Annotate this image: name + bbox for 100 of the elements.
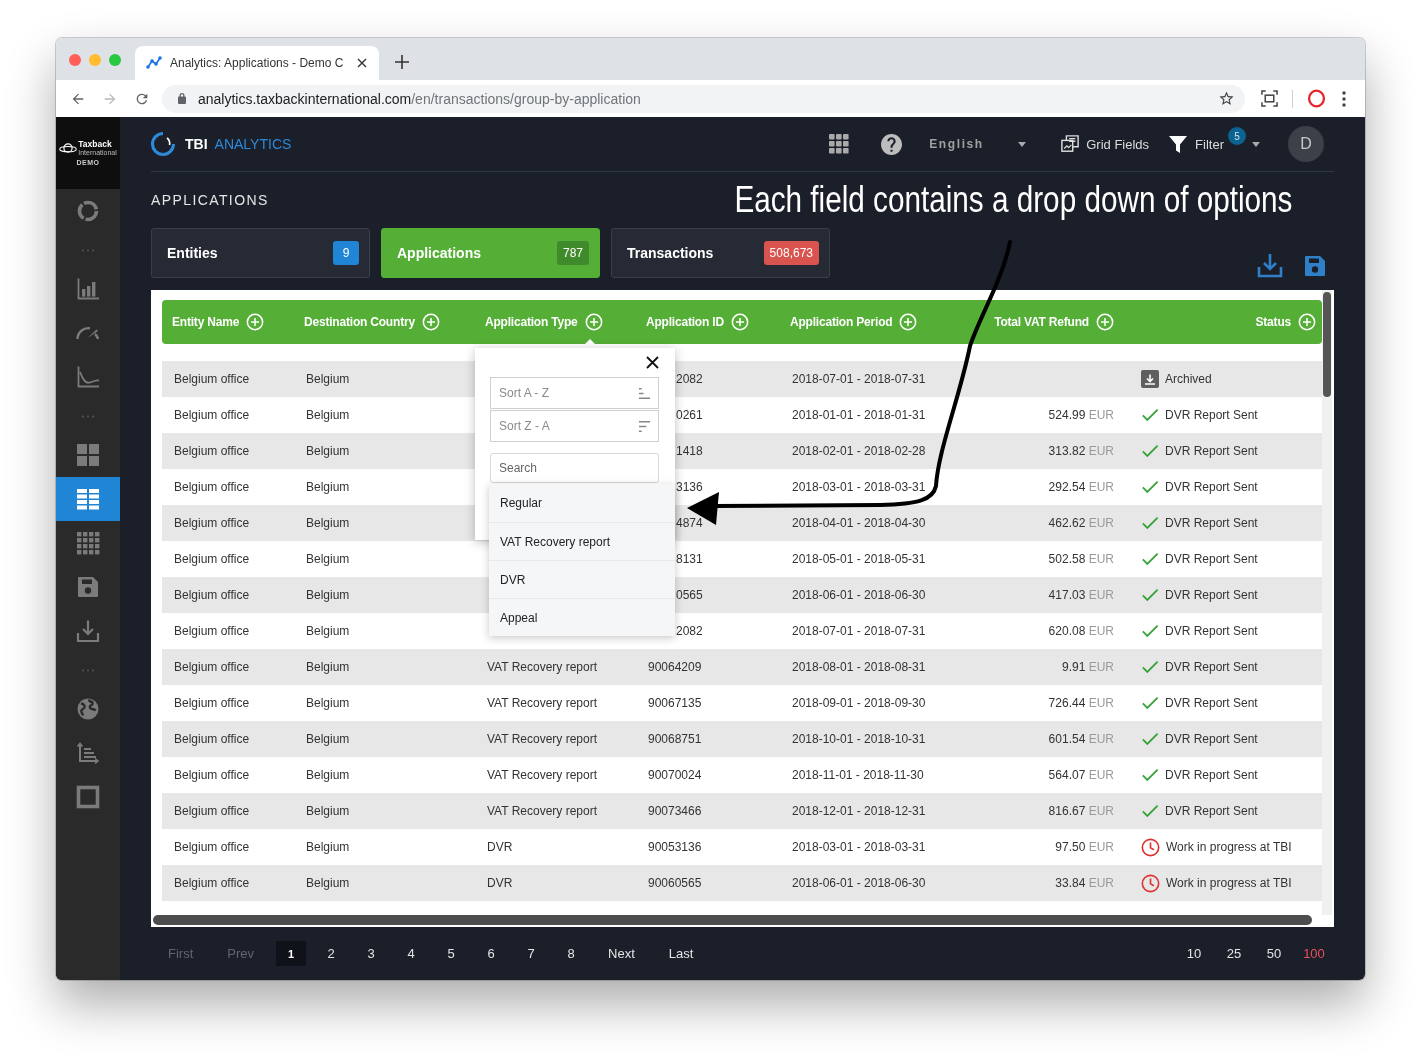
download-icon bbox=[76, 619, 100, 643]
page-number[interactable]: 7 bbox=[516, 941, 546, 966]
country-name: Belgium bbox=[306, 696, 350, 710]
annotation-text: Each field contains a drop down of options bbox=[733, 180, 1292, 220]
sidebar-nav-item[interactable] bbox=[56, 477, 120, 521]
save-icon[interactable] bbox=[1303, 254, 1327, 278]
page-size-option[interactable]: 10 bbox=[1179, 941, 1209, 966]
summary-tab[interactable]: Entities 9 bbox=[151, 228, 370, 278]
application-period: 2018-12-01 - 2018-12-31 bbox=[792, 804, 926, 818]
star-icon[interactable] bbox=[1218, 90, 1235, 107]
avatar[interactable]: D bbox=[1288, 126, 1324, 162]
scrollbar-thumb[interactable] bbox=[1323, 292, 1331, 397]
check-icon bbox=[1141, 658, 1159, 676]
page-number[interactable]: 1 bbox=[276, 941, 306, 966]
grid-fields-button[interactable]: Grid Fields bbox=[1061, 135, 1150, 153]
entity-name: Belgium office bbox=[174, 552, 250, 566]
page-number[interactable]: 4 bbox=[396, 941, 426, 966]
page-number[interactable]: 8 bbox=[556, 941, 586, 966]
download-icon[interactable] bbox=[1257, 252, 1283, 278]
application-period: 2018-05-01 - 2018-05-31 bbox=[792, 552, 926, 566]
page-size-option[interactable]: 25 bbox=[1219, 941, 1249, 966]
country-name: Belgium bbox=[306, 732, 350, 746]
summary-tab[interactable]: Applications 787 bbox=[381, 228, 600, 278]
logo-icon bbox=[151, 132, 175, 156]
status-label: DVR Report Sent bbox=[1165, 660, 1258, 674]
scrollbar-thumb[interactable] bbox=[153, 915, 1312, 925]
count-badge: 508,673 bbox=[763, 241, 819, 265]
count-badge: 787 bbox=[556, 241, 589, 265]
window-close-icon[interactable] bbox=[69, 54, 81, 66]
language-select[interactable]: English bbox=[929, 137, 1027, 151]
apps-grid-icon[interactable] bbox=[829, 134, 850, 154]
entity-name: Belgium office bbox=[174, 840, 250, 854]
close-icon[interactable] bbox=[646, 356, 659, 369]
status-label: Archived bbox=[1165, 372, 1212, 386]
caret-icon[interactable] bbox=[1252, 141, 1260, 147]
application-period: 2018-03-01 - 2018-03-31 bbox=[792, 480, 926, 494]
page-number[interactable]: 6 bbox=[476, 941, 506, 966]
application-period: 2018-04-01 - 2018-04-30 bbox=[792, 516, 926, 530]
page-link[interactable]: Last bbox=[656, 941, 706, 966]
page-link[interactable]: Next bbox=[596, 941, 647, 966]
refund-amount: 620.08 EUR bbox=[1048, 624, 1114, 638]
summary-tab[interactable]: Transactions 508,673 bbox=[611, 228, 830, 278]
entity-name: Belgium office bbox=[174, 588, 250, 602]
grid-icon bbox=[76, 531, 100, 555]
check-icon bbox=[1141, 766, 1159, 784]
help-icon[interactable] bbox=[881, 133, 903, 155]
application-type: VAT Recovery report bbox=[487, 732, 598, 746]
globe-icon bbox=[76, 697, 100, 721]
page-number[interactable]: 5 bbox=[436, 941, 466, 966]
check-icon bbox=[1141, 622, 1159, 640]
page-number[interactable]: 3 bbox=[356, 941, 386, 966]
application-id: 0261 bbox=[676, 408, 703, 422]
status-label: DVR Report Sent bbox=[1165, 804, 1258, 818]
refund-amount: 33.84 EUR bbox=[1055, 876, 1114, 890]
application-id: 2082 bbox=[676, 372, 703, 386]
frame-corners-icon[interactable] bbox=[1261, 90, 1278, 107]
option-item[interactable]: Regular bbox=[489, 484, 675, 522]
line-chart-icon bbox=[146, 55, 162, 71]
status-label: DVR Report Sent bbox=[1165, 732, 1258, 746]
country-name: Belgium bbox=[306, 624, 350, 638]
refund-amount: 564.07 EUR bbox=[1048, 768, 1114, 782]
application-type: VAT Recovery report bbox=[487, 660, 598, 674]
filter-button[interactable]: Filter bbox=[1168, 134, 1224, 154]
refund-amount: 726.44 EUR bbox=[1048, 696, 1114, 710]
country-name: Belgium bbox=[306, 372, 350, 386]
more-options-icon[interactable] bbox=[1342, 90, 1346, 107]
status-label: DVR Report Sent bbox=[1165, 552, 1258, 566]
page-number[interactable]: 2 bbox=[316, 941, 346, 966]
close-icon[interactable] bbox=[357, 58, 368, 68]
application-type: VAT Recovery report bbox=[487, 696, 598, 710]
entity-name: Belgium office bbox=[174, 480, 250, 494]
application-type: VAT Recovery report bbox=[487, 768, 598, 782]
entity-name: Belgium office bbox=[174, 372, 250, 386]
plus-icon[interactable] bbox=[395, 55, 410, 69]
check-icon bbox=[1141, 550, 1159, 568]
option-item[interactable]: Appeal bbox=[489, 598, 675, 636]
sort-button[interactable]: Sort Z - A bbox=[490, 410, 659, 442]
entity-name: Belgium office bbox=[174, 804, 250, 818]
browser-tab[interactable]: Analytics: Applications - Demo C bbox=[135, 46, 380, 80]
sort-button[interactable]: Sort A - Z bbox=[490, 377, 659, 409]
option-item[interactable]: VAT Recovery report bbox=[489, 522, 675, 560]
address-bar[interactable]: analytics.taxbackinternational.com/en/transactions/group-by-application bbox=[162, 84, 1245, 113]
dots-divider-icon bbox=[81, 668, 95, 672]
page-size-option[interactable]: 50 bbox=[1259, 941, 1289, 966]
add-circle-icon bbox=[1096, 313, 1114, 331]
entity-name: Belgium office bbox=[174, 732, 250, 746]
caret-icon bbox=[1018, 141, 1027, 147]
country-name: Belgium bbox=[306, 660, 350, 674]
filter-count: 5 bbox=[1228, 127, 1246, 145]
entity-name: Belgium office bbox=[174, 660, 250, 674]
check-icon bbox=[1141, 406, 1159, 424]
page-size-option[interactable]: 100 bbox=[1299, 941, 1329, 966]
status-label: Work in progress at TBI bbox=[1166, 876, 1292, 890]
scrollbar-track[interactable] bbox=[1322, 290, 1332, 915]
refund-amount: 9.91 EUR bbox=[1061, 660, 1114, 674]
search-field[interactable]: Search bbox=[490, 453, 659, 483]
application-period: 2018-06-01 - 2018-06-30 bbox=[792, 876, 926, 890]
check-icon bbox=[1141, 442, 1159, 460]
ring-icon[interactable] bbox=[1307, 89, 1326, 108]
option-item[interactable]: DVR bbox=[489, 560, 675, 598]
